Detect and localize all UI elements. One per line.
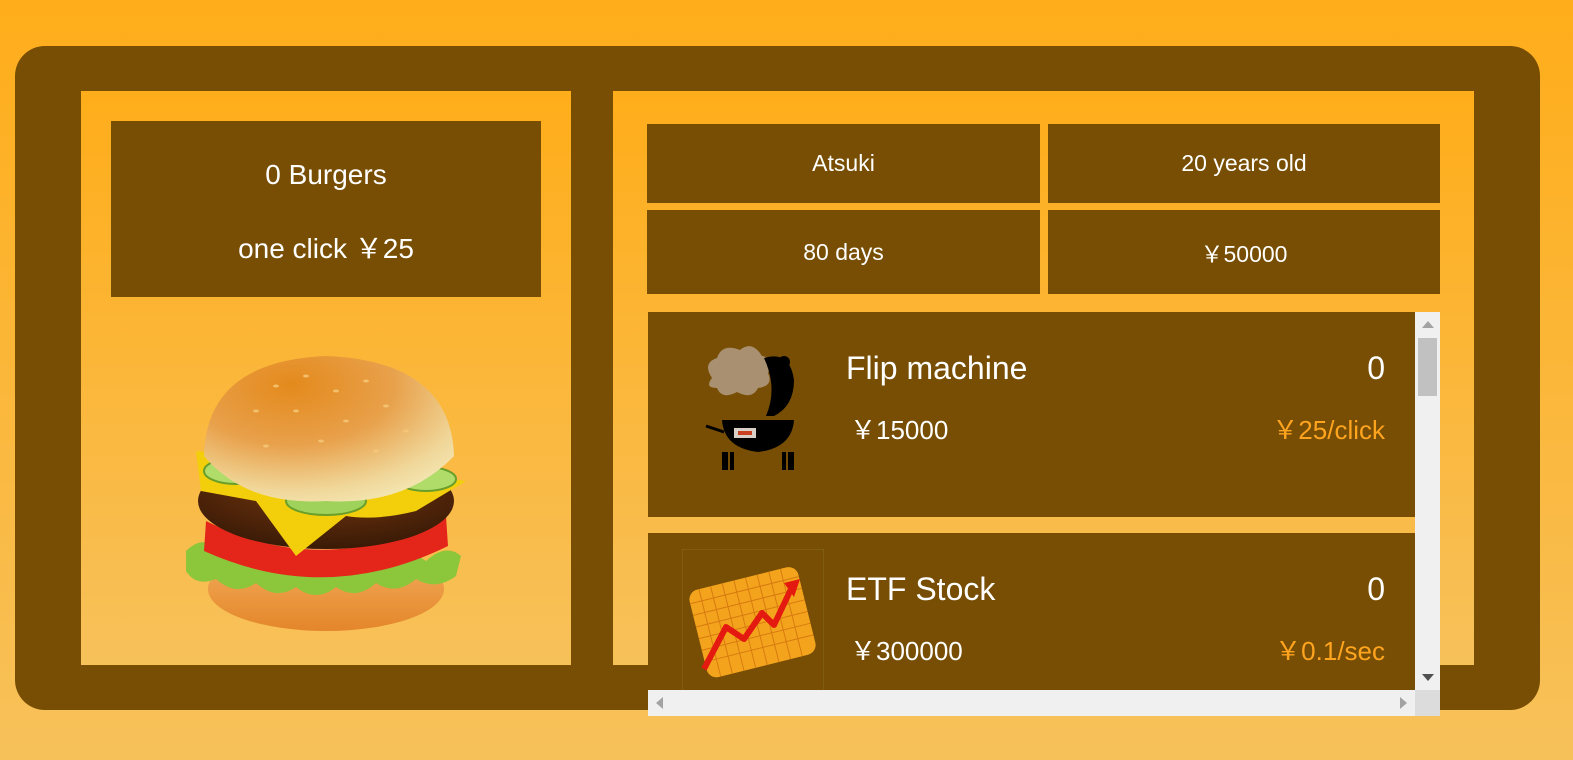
shop-item-etf-stock[interactable]: ETF Stock 0 ￥300000 ￥0.1/sec [648,533,1415,716]
item-name: ETF Stock [846,571,996,607]
scroll-down-icon[interactable] [1422,674,1434,681]
money-balance: ￥50000 [1048,210,1440,294]
scroll-thumb[interactable] [1418,338,1437,396]
player-age: 20 years old [1048,124,1440,203]
burger-count: 0 Burgers [265,159,387,190]
days-elapsed: 80 days [647,210,1040,294]
item-count: 0 [1367,350,1385,386]
item-name: Flip machine [846,350,1028,386]
item-count: 0 [1367,571,1385,607]
click-value: one click ￥25 [238,233,414,264]
scrollbar-corner [1415,690,1440,716]
vertical-scrollbar[interactable] [1415,312,1440,690]
player-name: Atsuki [647,124,1040,203]
scroll-up-icon[interactable] [1422,321,1434,328]
burger-counter-box: 0 Burgers one click ￥25 [111,121,541,297]
burger-panel: 0 Burgers one click ￥25 [81,91,571,665]
grill-icon [705,346,794,470]
item-price: ￥300000 [850,636,963,666]
item-rate: ￥0.1/sec [1275,636,1385,666]
item-price: ￥15000 [850,415,949,445]
shop-item-flip-machine[interactable]: Flip machine 0 ￥15000 ￥25/click [648,312,1415,517]
stock-chart-icon [682,549,824,691]
shop-list[interactable]: Flip machine 0 ￥15000 ￥25/click ETF Stoc… [648,312,1440,716]
item-rate: ￥25/click [1272,415,1385,445]
scroll-left-icon[interactable] [656,697,663,709]
horizontal-scrollbar[interactable] [648,690,1415,716]
scroll-right-icon[interactable] [1400,697,1407,709]
burger-icon[interactable] [176,351,476,641]
